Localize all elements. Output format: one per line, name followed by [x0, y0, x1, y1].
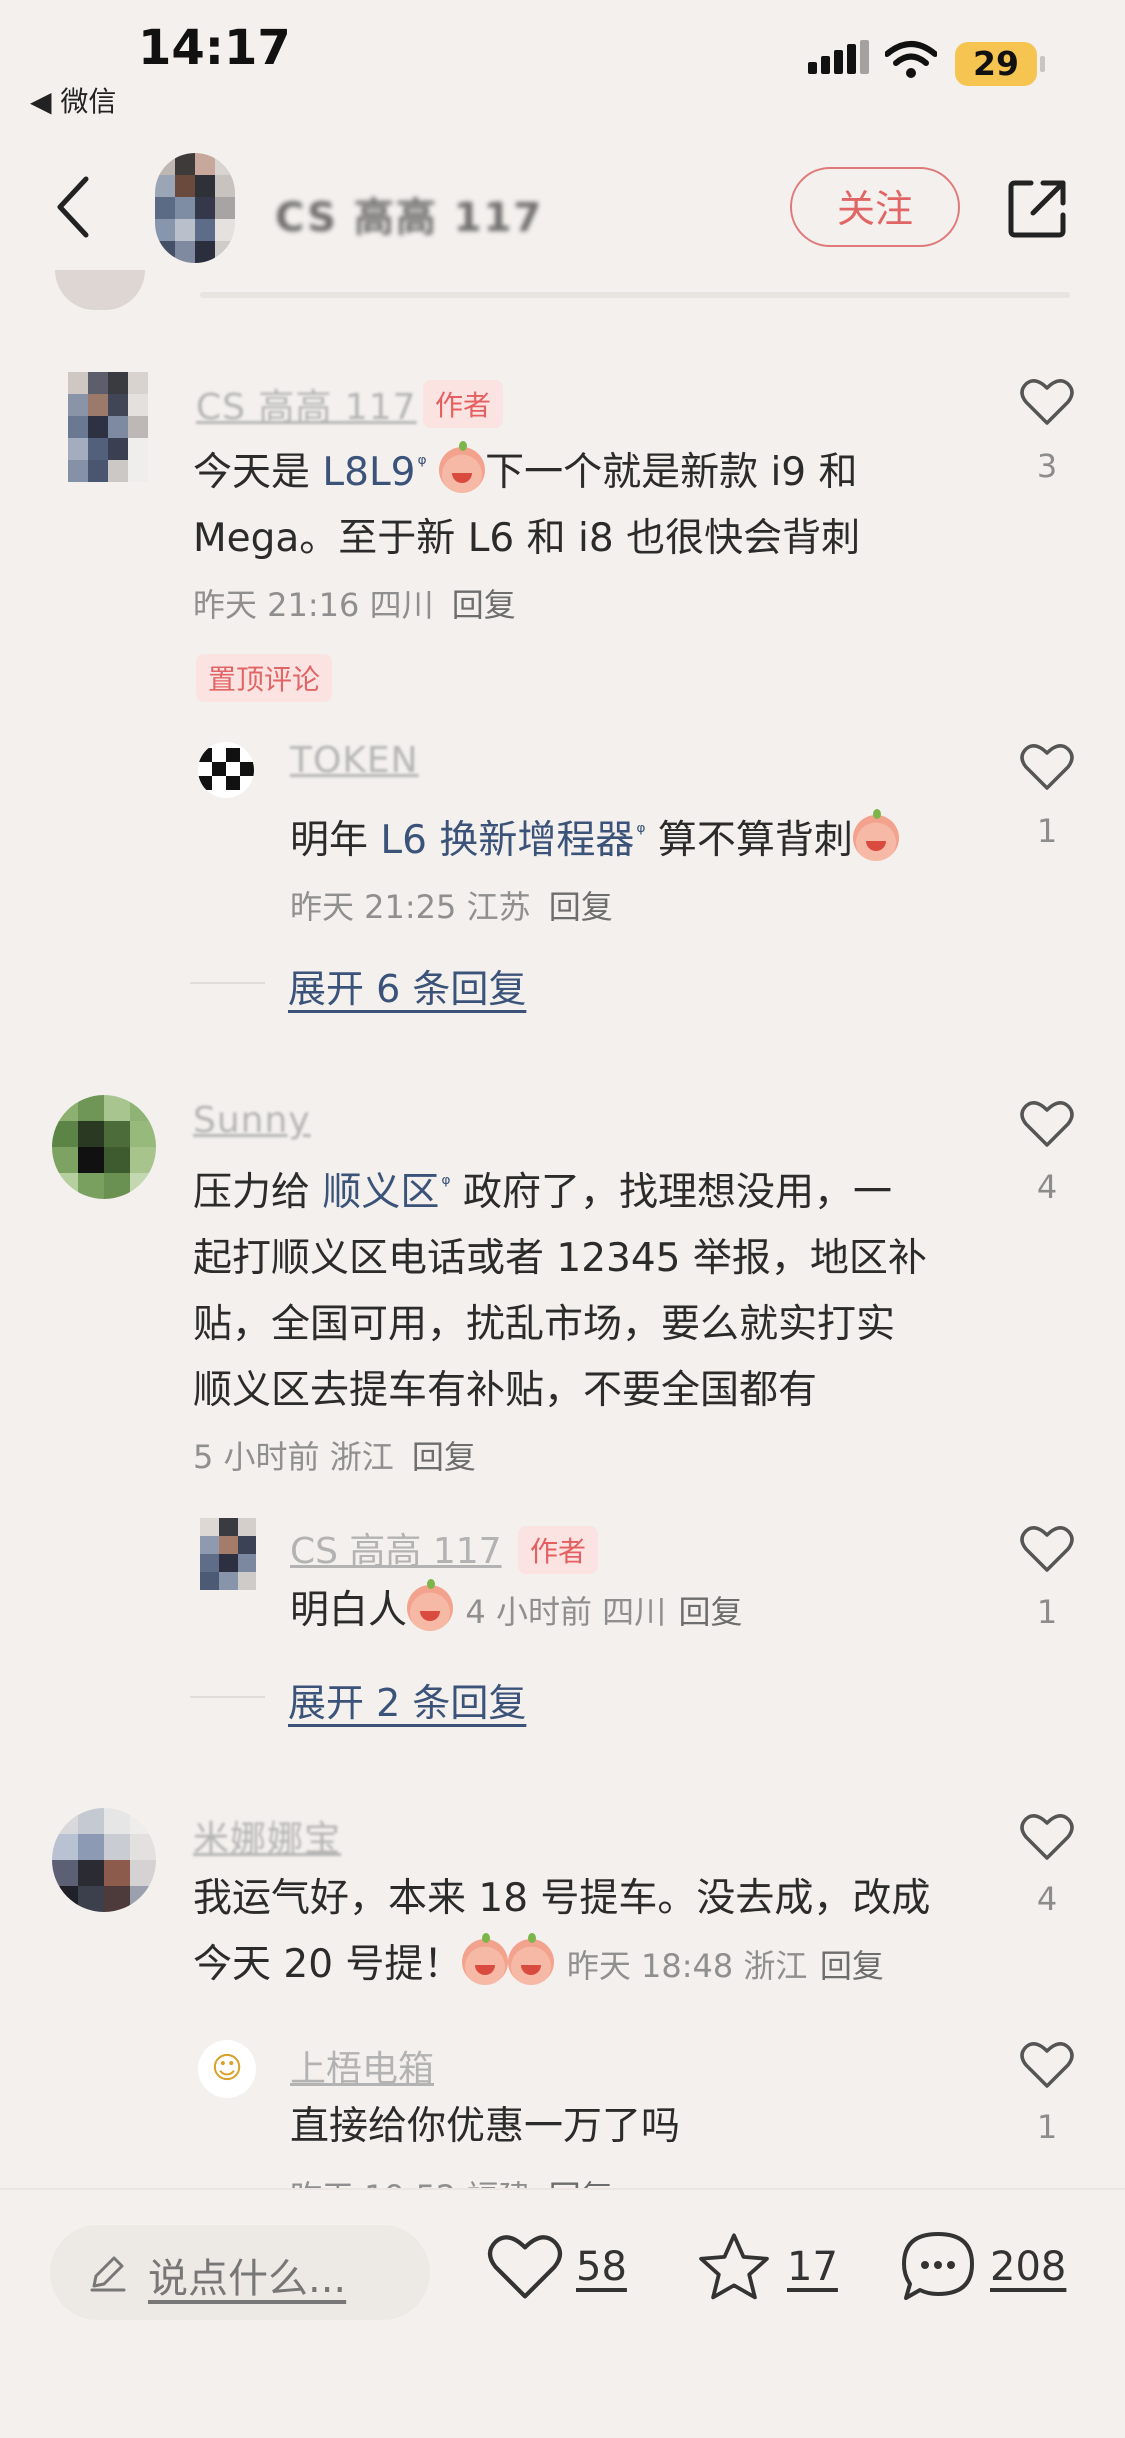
- comment-avatar[interactable]: [52, 1808, 156, 1912]
- expand-replies-link[interactable]: 展开 2 条回复: [288, 1672, 526, 1727]
- comment-username[interactable]: Sunny: [193, 1100, 311, 1141]
- comment-meta: 5 小时前 浙江 回复: [193, 1438, 476, 1476]
- peach-emoji-icon: [439, 441, 486, 493]
- back-to-wechat-link[interactable]: ◀ 微信: [30, 80, 116, 120]
- page-title: CS 高高 117: [275, 195, 544, 241]
- comment-text: 压力给 顺义区ᵠ 政府了，找理想没用，一 起打顺义区电话或者 12345 举报，…: [193, 1152, 1013, 1424]
- divider: [200, 292, 1070, 298]
- post-comment-count[interactable]: 208: [990, 2244, 1066, 2290]
- like-count: 4: [1036, 1168, 1058, 1206]
- post-star-count[interactable]: 17: [787, 2244, 838, 2290]
- like-count: 1: [1036, 1593, 1058, 1631]
- like-heart-icon[interactable]: [487, 2232, 563, 2302]
- star-icon[interactable]: [696, 2230, 772, 2304]
- reply-text: 明年 L6 换新增程器ᵠ 算不算背刺: [290, 800, 990, 874]
- crying-emoji-icon: [508, 1933, 555, 1985]
- reply-text: 直接给你优惠一万了吗: [290, 2104, 681, 2149]
- comment-username[interactable]: 米娜娜宝: [193, 1810, 341, 1862]
- reply-button[interactable]: 回复: [549, 888, 613, 926]
- like-count: 1: [1036, 2108, 1058, 2146]
- like-heart-icon[interactable]: [1020, 377, 1074, 427]
- search-icon: ᵠ: [636, 820, 646, 845]
- reply-button[interactable]: 回复: [412, 1438, 476, 1476]
- laughing-emoji-icon: [852, 809, 899, 861]
- topic-link[interactable]: 顺义区: [322, 1170, 439, 1215]
- like-heart-icon[interactable]: [1020, 1524, 1074, 1574]
- cellular-signal-icon: [808, 40, 869, 74]
- pinned-tag: 置顶评论: [196, 654, 333, 702]
- topic-link[interactable]: L6 换新增程器: [380, 818, 634, 863]
- back-arrow-icon[interactable]: [52, 175, 92, 239]
- previous-comment-avatar: [55, 270, 145, 310]
- reply-button[interactable]: 回复: [452, 586, 516, 624]
- search-icon: ᵠ: [417, 452, 427, 477]
- comment-text: 今天是 L8L9ᵠ 下一个就是新款 i9 和 Mega。至于新 L6 和 i8 …: [193, 432, 993, 572]
- peach-emoji-icon: [407, 1579, 454, 1631]
- reply-button[interactable]: 回复: [820, 1947, 884, 1985]
- reply-text: 明白人 4 小时前 四川 回复: [290, 1578, 1010, 1645]
- like-count: 4: [1036, 1880, 1058, 1918]
- like-count: 1: [1036, 812, 1058, 850]
- like-count: 3: [1036, 447, 1058, 485]
- expand-divider: [190, 982, 265, 984]
- reply-avatar[interactable]: ☺: [198, 2040, 256, 2098]
- author-avatar[interactable]: [155, 153, 235, 263]
- author-tag: 作者: [423, 380, 504, 428]
- expand-replies-link[interactable]: 展开 6 条回复: [288, 958, 526, 1013]
- reply-username[interactable]: 上梧电箱: [290, 2040, 434, 2092]
- reply-button[interactable]: 回复: [679, 1593, 743, 1631]
- like-heart-icon[interactable]: [1020, 2040, 1074, 2090]
- crying-emoji-icon: [462, 1933, 509, 1985]
- like-heart-icon[interactable]: [1020, 742, 1074, 792]
- battery-indicator: 29: [955, 42, 1037, 86]
- share-icon[interactable]: [1005, 177, 1069, 241]
- expand-divider: [190, 1696, 265, 1698]
- reply-meta: 昨天 21:25 江苏 回复: [290, 888, 613, 926]
- comment-input-placeholder[interactable]: 说点什么...: [148, 2246, 346, 2304]
- author-tag: 作者: [518, 1526, 599, 1574]
- comment-bubble-icon[interactable]: [898, 2228, 978, 2304]
- follow-button[interactable]: 关注: [790, 167, 960, 247]
- post-like-count[interactable]: 58: [576, 2244, 627, 2290]
- like-heart-icon[interactable]: [1020, 1099, 1074, 1149]
- reply-username[interactable]: CS 高高 117: [290, 1522, 502, 1574]
- battery-tip: [1040, 56, 1045, 72]
- topic-link[interactable]: L8L9: [322, 450, 415, 495]
- reply-avatar[interactable]: [200, 1518, 256, 1590]
- comment-username[interactable]: CS 高高 117: [196, 378, 417, 430]
- comment-text: 我运气好，本来 18 号提车。没去成，改成 今天 20 号提！ 昨天 18:48…: [193, 1876, 931, 1987]
- reply-username[interactable]: TOKEN: [290, 740, 419, 781]
- wifi-icon: [885, 41, 937, 78]
- status-time: 14:17: [138, 20, 291, 76]
- comment-meta: 昨天 21:16 四川 回复: [193, 586, 516, 624]
- reply-avatar[interactable]: [198, 742, 254, 798]
- pencil-icon: [90, 2256, 126, 2292]
- comment-avatar[interactable]: [52, 1095, 156, 1199]
- like-heart-icon[interactable]: [1020, 1812, 1074, 1862]
- search-icon: ᵠ: [441, 1172, 451, 1197]
- comment-avatar[interactable]: [68, 372, 148, 482]
